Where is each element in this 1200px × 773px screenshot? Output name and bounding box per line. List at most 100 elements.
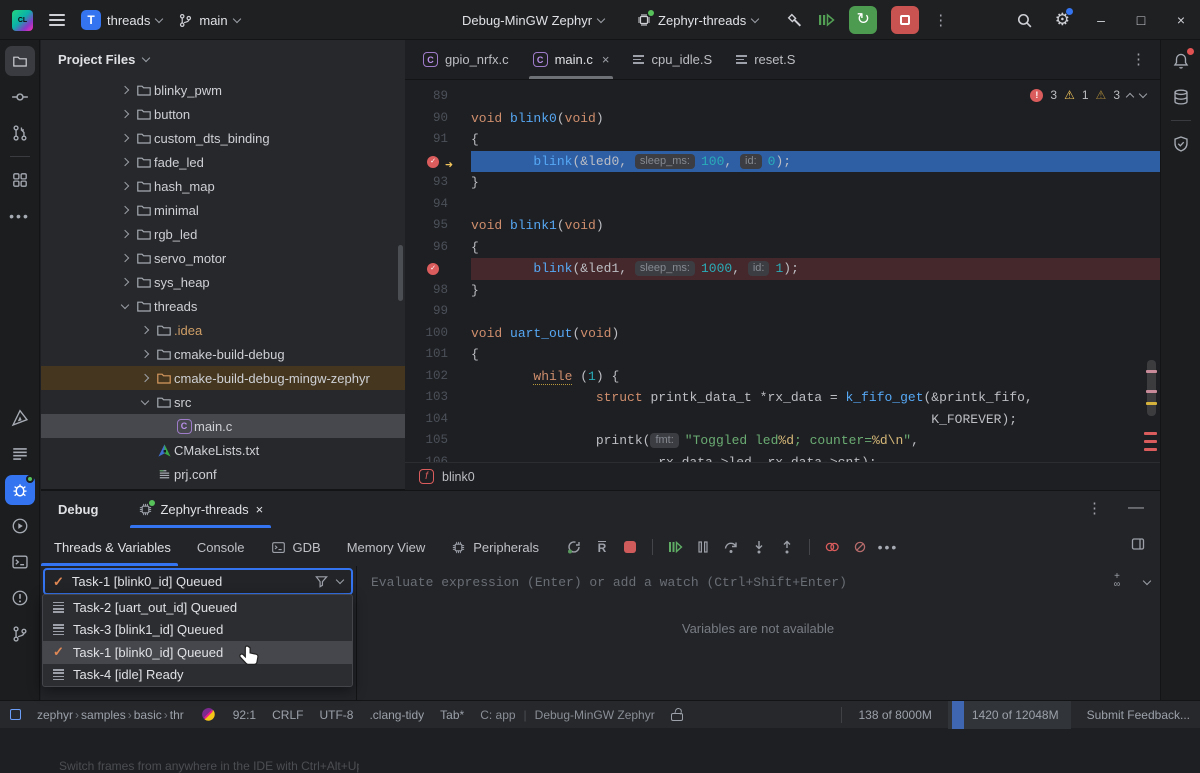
problems-tool-icon[interactable] <box>5 583 35 613</box>
mute-breakpoints-icon[interactable] <box>852 539 868 555</box>
prev-problem-icon[interactable] <box>1126 93 1134 101</box>
thread-selector-combobox[interactable]: ✓ Task-1 [blink0_id] Queued <box>43 568 353 595</box>
database-tool-icon[interactable] <box>1166 82 1196 112</box>
tree-item[interactable]: cmake-build-debug <box>41 342 405 366</box>
cmake-tool-icon[interactable] <box>5 403 35 433</box>
chevron-right-icon[interactable] <box>140 374 148 382</box>
gutter[interactable]: ✓ <box>405 258 471 280</box>
resume-icon[interactable] <box>667 539 683 555</box>
resume-program-icon[interactable] <box>817 12 835 28</box>
reset-icon[interactable]: R <box>594 539 610 555</box>
chevron-right-icon[interactable] <box>120 230 128 238</box>
code-editor[interactable]: 8990void blink0(void)91{✓➜ blink(&led0, … <box>405 80 1160 462</box>
more-dots-icon[interactable]: ••• <box>880 539 896 555</box>
tree-item[interactable]: .idea <box>41 318 405 342</box>
gutter[interactable]: 95 <box>405 215 471 237</box>
debugger-tab-threads-variables[interactable]: Threads & Variables <box>41 528 184 566</box>
rerun-debug-button[interactable]: ↻ <box>849 6 877 34</box>
todo-tool-icon[interactable] <box>5 439 35 469</box>
gutter[interactable]: 94 <box>405 194 471 216</box>
workspace-icon[interactable] <box>10 709 21 720</box>
run-tool-icon[interactable] <box>5 511 35 541</box>
code-line[interactable]: 104 K_FOREVER); <box>405 409 1160 431</box>
tree-item[interactable]: button <box>41 102 405 126</box>
tool-window-options-icon[interactable]: ⋮ <box>1087 499 1102 517</box>
tab-options-icon[interactable]: ⋮ <box>1131 50 1146 68</box>
code-line[interactable]: 96{ <box>405 237 1160 259</box>
security-tool-icon[interactable] <box>1166 129 1196 159</box>
more-tool-icon[interactable]: ••• <box>5 201 35 231</box>
debug-session-selector[interactable]: Zephyr-threads <box>636 12 758 28</box>
tree-item[interactable]: rgb_led <box>41 222 405 246</box>
debug-session-tab[interactable]: Zephyr-threads × <box>126 491 275 528</box>
terminal-tool-icon[interactable] <box>5 547 35 577</box>
tree-item[interactable]: threads <box>41 294 405 318</box>
more-actions-icon[interactable]: ⋮ <box>933 11 948 29</box>
gutter[interactable]: 104 <box>405 409 471 431</box>
breakpoint-icon[interactable]: ✓ <box>427 156 439 168</box>
gutter[interactable]: ✓➜ <box>405 151 471 173</box>
gutter[interactable]: 98 <box>405 280 471 302</box>
notifications-tool-icon[interactable] <box>1166 46 1196 76</box>
view-breakpoints-icon[interactable] <box>824 539 840 555</box>
commit-tool-icon[interactable] <box>5 82 35 112</box>
chevron-down-icon[interactable] <box>140 396 148 404</box>
debugger-tab-peripherals[interactable]: Peripherals <box>438 528 552 566</box>
build-hammer-icon[interactable] <box>786 12 803 29</box>
project-tool-icon[interactable] <box>5 46 35 76</box>
chevron-right-icon[interactable] <box>140 350 148 358</box>
gutter[interactable]: 100 <box>405 323 471 345</box>
tree-item[interactable]: servo_motor <box>41 246 405 270</box>
thread-dropdown-item[interactable]: Task-3 [blink1_id] Queued <box>43 619 352 642</box>
code-line[interactable]: 98} <box>405 280 1160 302</box>
project-widget[interactable]: T threads <box>81 10 162 30</box>
close-tab-icon[interactable]: × <box>602 52 610 67</box>
code-line[interactable]: ✓➜ blink(&led0, sleep_ms:100, id:0); <box>405 151 1160 173</box>
breadcrumb-segment[interactable]: zephyr <box>37 708 73 722</box>
search-icon[interactable] <box>1016 12 1033 29</box>
debugger-tab-memory-view[interactable]: Memory View <box>334 528 439 566</box>
tree-item[interactable]: src <box>41 390 405 414</box>
expand-watches-icon[interactable] <box>1143 576 1151 584</box>
tree-item[interactable]: custom_dts_binding <box>41 126 405 150</box>
heap-indicator[interactable]: 138 of 8000M <box>858 708 931 722</box>
editor-tab[interactable]: Cgpio_nrfx.c <box>411 40 521 79</box>
tree-item[interactable]: Cmain.c <box>41 414 405 438</box>
thread-dropdown-item[interactable]: Task-2 [uart_out_id] Queued <box>43 596 352 619</box>
code-line[interactable]: 93} <box>405 172 1160 194</box>
gutter[interactable]: 102 <box>405 366 471 388</box>
add-watch-icon[interactable]: +∞ <box>1114 574 1120 590</box>
code-line[interactable]: 90void blink0(void) <box>405 108 1160 130</box>
debugger-tab-console[interactable]: Console <box>184 528 258 566</box>
layout-settings-icon[interactable] <box>1130 536 1146 552</box>
code-line[interactable]: 99 <box>405 301 1160 323</box>
chevron-right-icon[interactable] <box>120 278 128 286</box>
breadcrumb-segment[interactable]: thr <box>170 708 184 722</box>
debugger-tab-gdb[interactable]: GDB <box>258 528 334 566</box>
maximize-button[interactable]: □ <box>1132 12 1150 28</box>
status-breadcrumbs[interactable]: zephyr›samples›basic›thr <box>37 708 184 722</box>
submit-feedback-link[interactable]: Submit Feedback... <box>1087 708 1190 722</box>
gutter[interactable]: 99 <box>405 301 471 323</box>
run-config-selector[interactable]: Debug-MinGW Zephyr <box>462 13 604 28</box>
gutter[interactable]: 106 <box>405 452 471 463</box>
gutter[interactable]: 96 <box>405 237 471 259</box>
debugger-tool-icon[interactable] <box>5 475 35 505</box>
tree-scrollbar[interactable] <box>398 245 403 301</box>
tree-item[interactable]: sys_heap <box>41 270 405 294</box>
code-line[interactable]: 102 while (1) { <box>405 366 1160 388</box>
file-encoding[interactable]: UTF-8 <box>319 708 353 722</box>
memory-indicator[interactable]: 1420 of 12048M <box>948 701 1071 729</box>
chevron-right-icon[interactable] <box>120 158 128 166</box>
pull-requests-tool-icon[interactable] <box>5 118 35 148</box>
error-stripe[interactable] <box>1144 80 1158 462</box>
line-ending[interactable]: CRLF <box>272 708 303 722</box>
status-run-config[interactable]: Debug-MinGW Zephyr <box>535 708 655 722</box>
breadcrumb-segment[interactable]: basic <box>134 708 162 722</box>
step-over-icon[interactable] <box>723 539 739 555</box>
git-tool-icon[interactable] <box>5 619 35 649</box>
code-line[interactable]: 105 printk(fmt:"Toggled led%d; counter=%… <box>405 430 1160 452</box>
hide-tool-window-icon[interactable]: — <box>1128 499 1144 517</box>
chevron-right-icon[interactable] <box>120 86 128 94</box>
code-line[interactable]: 103 struct printk_data_t *rx_data = k_fi… <box>405 387 1160 409</box>
